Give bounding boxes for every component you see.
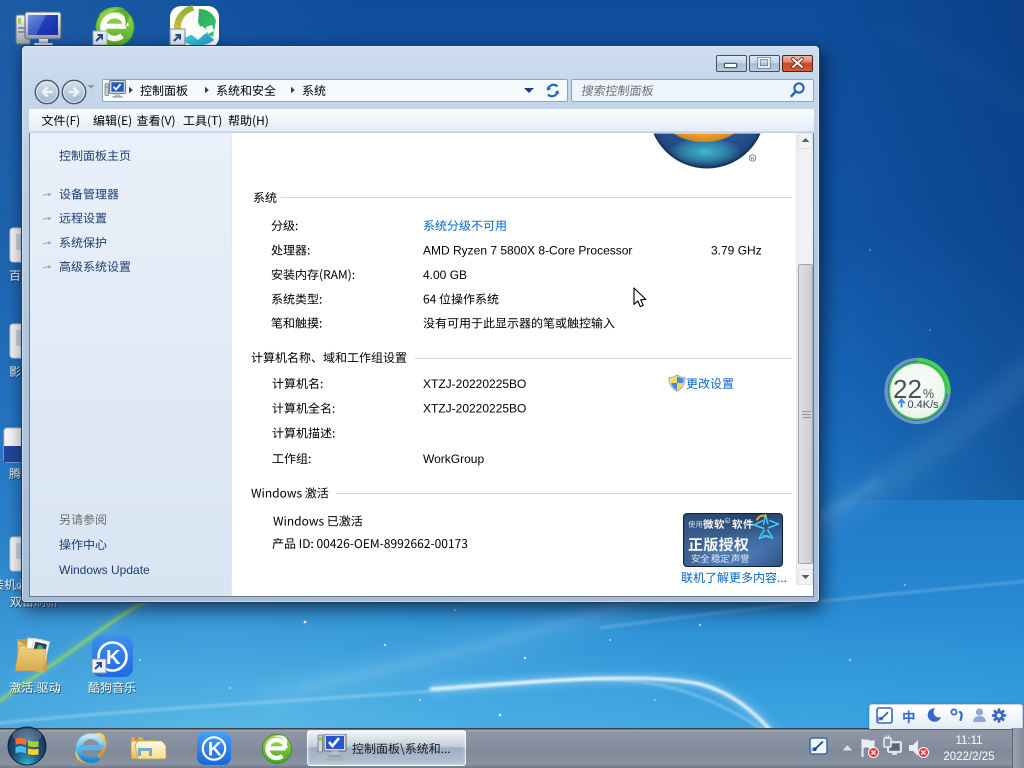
svg-text:22: 22	[893, 374, 922, 404]
svg-text:K: K	[208, 740, 222, 761]
svg-text:%: %	[923, 387, 934, 401]
svg-text:0.4K/s: 0.4K/s	[908, 399, 940, 411]
svg-text:K: K	[106, 647, 121, 669]
